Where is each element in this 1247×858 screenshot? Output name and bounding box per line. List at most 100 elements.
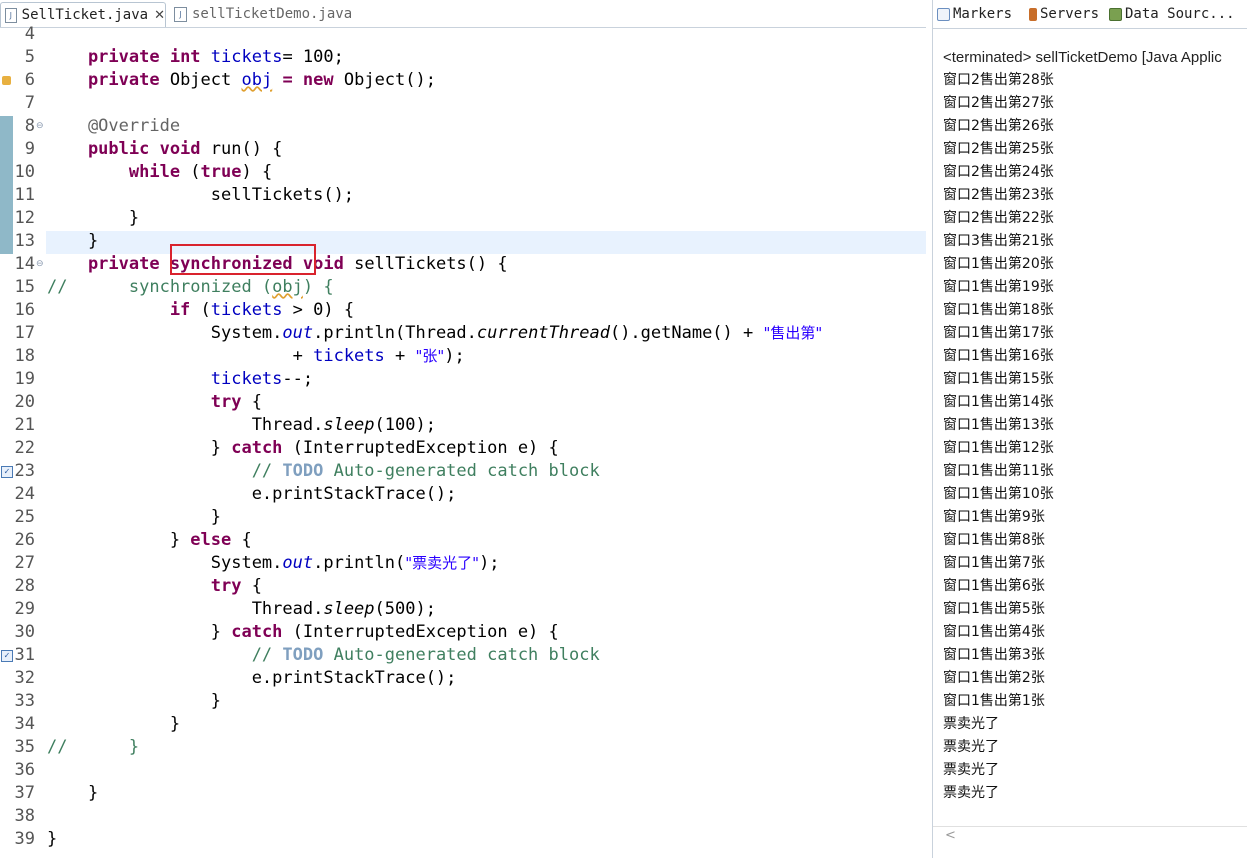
- line-number: 7: [24, 93, 35, 113]
- code-token: Thread.: [47, 599, 324, 619]
- code-line[interactable]: }: [47, 506, 221, 529]
- code-line[interactable]: private Object obj = new Object();: [47, 69, 436, 92]
- code-line[interactable]: }: [47, 828, 57, 851]
- line-number: 36: [14, 760, 35, 780]
- code-token: +: [384, 346, 416, 366]
- code-line[interactable]: e.printStackTrace();: [47, 483, 457, 506]
- code-token: +: [47, 346, 314, 366]
- code-line[interactable]: Thread.sleep(500);: [47, 598, 436, 621]
- line-number: 25: [14, 507, 35, 527]
- line-number: 39: [14, 829, 35, 849]
- line-number: 14: [14, 254, 35, 274]
- code-line[interactable]: }: [47, 230, 98, 253]
- code-token: ().getName() +: [609, 323, 764, 343]
- code-line[interactable]: while (true) {: [47, 161, 272, 184]
- code-token: TODO: [282, 645, 324, 665]
- code-token: (100);: [374, 415, 436, 435]
- console-output-line: 票卖光了: [943, 785, 999, 801]
- tab-servers[interactable]: Servers: [1029, 6, 1099, 22]
- tab-markers[interactable]: Markers: [937, 6, 1012, 22]
- code-editor[interactable]: J SellTicket.java ✕ J sellTicketDemo.jav…: [0, 0, 926, 858]
- console-output-line: 票卖光了: [943, 739, 999, 755]
- console-output-line: 窗口2售出第25张: [943, 141, 1054, 157]
- code-token: }: [47, 691, 221, 711]
- code-line[interactable]: Thread.sleep(100);: [47, 414, 436, 437]
- code-line[interactable]: sellTickets();: [47, 184, 354, 207]
- code-line[interactable]: tickets--;: [47, 368, 313, 391]
- code-line[interactable]: // synchronized (obj) {: [47, 276, 334, 299]
- code-line[interactable]: }: [47, 207, 139, 230]
- code-line[interactable]: } else {: [47, 529, 252, 552]
- code-line[interactable]: // TODO Auto-generated catch block: [47, 460, 600, 483]
- code-token: }: [47, 231, 99, 251]
- code-line[interactable]: try {: [47, 391, 262, 414]
- code-token: System.: [47, 323, 283, 343]
- synchronized-highlight-box: [170, 244, 316, 275]
- fold-toggle-icon[interactable]: ⊖: [36, 115, 44, 138]
- line-number: 35: [14, 737, 35, 757]
- code-token: );: [444, 346, 465, 366]
- console-output-line: 窗口1售出第14张: [943, 394, 1054, 410]
- line-number: 28: [14, 576, 35, 596]
- console-tab-bar: Markers Servers Data Sourc...: [933, 0, 1247, 29]
- tab-data-source[interactable]: Data Sourc...: [1109, 6, 1235, 22]
- code-line[interactable]: e.printStackTrace();: [47, 667, 457, 690]
- console-output-line: 票卖光了: [943, 716, 999, 732]
- code-token: --;: [282, 369, 314, 389]
- code-line[interactable]: System.out.println(Thread.currentThread(…: [47, 322, 823, 345]
- console-output-line: 窗口2售出第27张: [943, 95, 1054, 111]
- code-line[interactable]: + tickets + "张");: [47, 345, 465, 368]
- line-number: 34: [14, 714, 35, 734]
- code-line[interactable]: // }: [47, 736, 139, 759]
- code-token: }: [47, 714, 181, 734]
- console-output-line: 窗口1售出第5张: [943, 601, 1045, 617]
- code-line[interactable]: public void run() {: [47, 138, 282, 161]
- code-token: try: [47, 576, 252, 596]
- code-token: @Override: [47, 116, 181, 136]
- code-line[interactable]: }: [47, 690, 221, 713]
- scroll-left-icon[interactable]: <: [945, 828, 956, 843]
- tab-label: sellTicketDemo.java: [192, 6, 353, 22]
- code-line[interactable]: // TODO Auto-generated catch block: [47, 644, 600, 667]
- line-number: 37: [14, 783, 35, 803]
- editor-tab-bar: J SellTicket.java ✕ J sellTicketDemo.jav…: [0, 0, 926, 28]
- code-token: }: [47, 783, 99, 803]
- code-line[interactable]: System.out.println("票卖光了");: [47, 552, 500, 575]
- code-token: Thread.: [47, 415, 324, 435]
- code-line[interactable]: } catch (InterruptedException e) {: [47, 437, 559, 460]
- console-output-line: 窗口1售出第17张: [943, 325, 1054, 341]
- line-number: 26: [14, 530, 35, 550]
- fold-toggle-icon[interactable]: ⊖: [36, 253, 44, 276]
- code-token: int: [169, 47, 211, 67]
- code-token: sleep: [323, 599, 375, 619]
- close-icon[interactable]: ✕: [154, 8, 165, 23]
- tab-sellticketdemo-java[interactable]: J sellTicketDemo.java: [170, 2, 352, 26]
- code-line[interactable]: }: [47, 713, 180, 736]
- code-token: Auto-generated catch block: [323, 645, 600, 665]
- code-line[interactable]: @Override: [47, 115, 180, 138]
- code-token: (: [190, 162, 201, 182]
- console-output-line: 窗口1售出第9张: [943, 509, 1045, 525]
- code-token: sleep: [323, 415, 375, 435]
- console-output-line: 窗口1售出第10张: [943, 486, 1054, 502]
- code-token: // synchronized (: [47, 277, 273, 297]
- code-token: run() {: [210, 139, 283, 159]
- tab-label: Data Sourc...: [1125, 6, 1235, 22]
- task-marker-icon[interactable]: ✓: [1, 466, 13, 478]
- console-output-line: 窗口1售出第2张: [943, 670, 1045, 686]
- code-token: else: [190, 530, 242, 550]
- code-token: "张": [415, 347, 445, 365]
- line-number: 16: [14, 300, 35, 320]
- code-token: catch: [231, 622, 293, 642]
- console-output-line: 窗口2售出第28张: [943, 72, 1054, 88]
- code-line[interactable]: if (tickets > 0) {: [47, 299, 354, 322]
- code-line[interactable]: private int tickets= 100;: [47, 46, 344, 69]
- code-line[interactable]: try {: [47, 575, 262, 598]
- code-token: private: [47, 47, 170, 67]
- code-line[interactable]: } catch (InterruptedException e) {: [47, 621, 559, 644]
- code-line[interactable]: }: [47, 782, 98, 805]
- horizontal-scrollbar[interactable]: <: [933, 826, 1247, 847]
- warning-marker-icon[interactable]: [2, 76, 11, 85]
- code-token: tickets: [313, 346, 385, 366]
- task-marker-icon[interactable]: ✓: [1, 650, 13, 662]
